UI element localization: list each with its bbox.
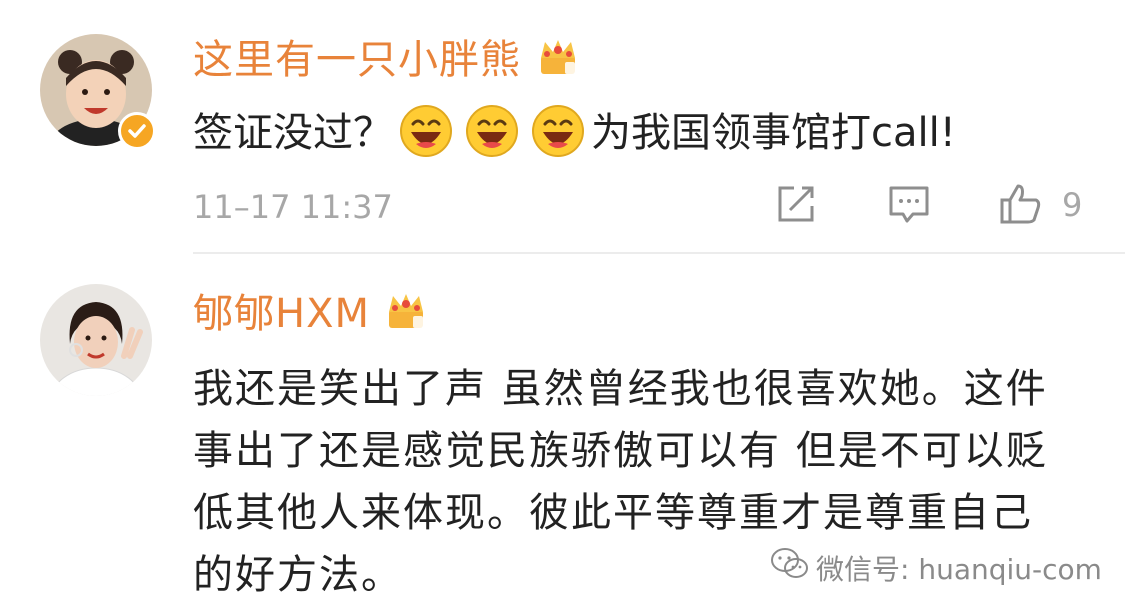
laughing-emoji-icon <box>400 105 452 157</box>
username[interactable]: 这里有一只小胖熊 <box>193 40 521 80</box>
crown-icon <box>541 40 575 74</box>
like-button[interactable] <box>998 182 1042 230</box>
verified-badge-icon <box>118 112 156 150</box>
reply-button[interactable] <box>887 182 931 230</box>
thumbs-up-icon <box>1000 184 1041 224</box>
username[interactable]: 郇郇HXM <box>193 294 370 334</box>
laughing-emoji-icon <box>532 105 584 157</box>
comment-text-before: 签证没过？ <box>193 110 393 156</box>
like-count: 9 <box>1062 186 1083 224</box>
watermark-text: 微信号: huanqiu-com <box>816 553 1102 586</box>
forward-button[interactable] <box>774 182 818 230</box>
wechat-icon <box>771 548 808 578</box>
laughing-emoji-icon <box>466 105 518 157</box>
share-icon <box>778 186 814 222</box>
comment-item: 这里有一只小胖熊 签证没过？ 为我国领事馆打call! 11–17 11:37 … <box>0 0 1125 252</box>
comment-icon <box>889 186 929 223</box>
comment-text-after: 为我国领事馆打call! <box>591 110 956 156</box>
comment-timestamp: 11–17 11:37 <box>193 188 393 226</box>
crown-icon <box>389 294 423 328</box>
comment-text: 签证没过？ 为我国领事馆打call! <box>193 104 956 158</box>
woman-avatar-icon <box>40 284 152 396</box>
user-avatar[interactable] <box>40 284 152 396</box>
